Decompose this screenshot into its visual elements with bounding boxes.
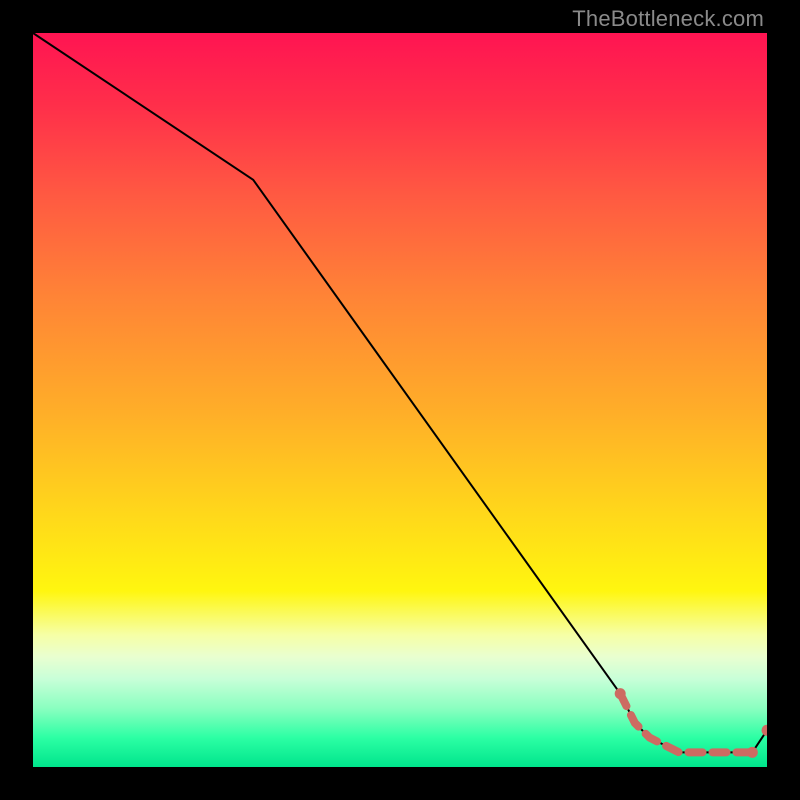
watermark-label: TheBottleneck.com xyxy=(572,6,764,32)
plot-gradient-background xyxy=(33,33,767,767)
chart-frame: TheBottleneck.com xyxy=(0,0,800,800)
